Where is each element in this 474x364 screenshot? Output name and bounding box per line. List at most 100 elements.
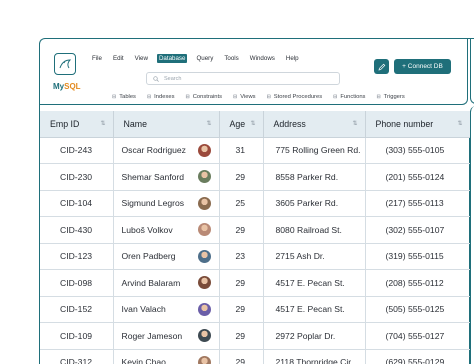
cell-name[interactable]: Arvind Balaram <box>113 269 220 297</box>
cell-phone[interactable]: (201) 555-0124 <box>365 163 471 191</box>
menu-bar: File Edit View Database Query Tools Wind… <box>90 54 301 63</box>
cell-emp-id[interactable]: CID-312 <box>40 349 114 364</box>
cell-emp-id[interactable]: CID-230 <box>40 163 114 191</box>
cell-address[interactable]: 8080 Railroad St. <box>263 216 366 244</box>
connect-db-button[interactable]: + Connect DB <box>394 59 451 74</box>
cell-address[interactable]: 4517 E. Pecan St. <box>263 296 366 323</box>
sort-icon[interactable]: ⇅ <box>250 120 255 127</box>
cell-phone[interactable]: (319) 555-0115 <box>365 243 471 270</box>
employee-name: Luboš Volkov <box>121 224 173 235</box>
nav-tables[interactable]: Tables <box>112 94 136 100</box>
cell-emp-id[interactable]: CID-104 <box>40 190 114 217</box>
cell-name[interactable]: Oren Padberg <box>113 243 220 270</box>
avatar <box>197 143 211 157</box>
menu-help[interactable]: Help <box>284 54 301 63</box>
menu-tools[interactable]: Tools <box>222 54 240 63</box>
column-header-emp-id[interactable]: Emp ID ⇅ <box>40 111 114 138</box>
column-label: Phone number <box>375 118 434 129</box>
nav-triggers[interactable]: Triggers <box>376 94 405 100</box>
menu-database[interactable]: Database <box>156 54 188 63</box>
column-label: Emp ID <box>50 118 80 129</box>
avatar <box>197 302 211 316</box>
cell-address[interactable]: 4517 E. Pecan St. <box>263 269 366 297</box>
cell-emp-id[interactable]: CID-098 <box>40 269 114 297</box>
cell-emp-id[interactable]: CID-123 <box>40 243 114 270</box>
table-row[interactable]: CID-123 Oren Padberg 23 2715 Ash Dr. (319) 5… <box>40 243 471 270</box>
cell-name[interactable]: Roger Jameson <box>113 322 220 350</box>
menu-view[interactable]: View <box>133 54 150 63</box>
toolbar: MySQL File Edit View Database Query Tool… <box>40 39 468 105</box>
cell-name[interactable]: Shemar Sanford <box>113 163 220 191</box>
cell-age[interactable]: 29 <box>219 349 264 364</box>
employee-name: Roger Jameson <box>121 330 183 341</box>
avatar <box>197 276 211 289</box>
cell-address[interactable]: 2972 Poplar Dr. <box>263 322 366 350</box>
search-input[interactable]: Search <box>146 72 340 85</box>
cell-name[interactable]: Ivan Valach <box>113 296 220 323</box>
avatar <box>197 170 211 183</box>
cell-age[interactable]: 25 <box>219 190 264 217</box>
sort-icon[interactable]: ⇅ <box>206 120 211 127</box>
object-nav: Tables Indexes Constraints Views Stored … <box>112 94 405 100</box>
nav-functions[interactable]: Functions <box>333 94 365 100</box>
sort-icon[interactable]: ⇅ <box>352 120 357 127</box>
table-row[interactable]: CID-109 Roger Jameson 29 2972 Poplar Dr. (70… <box>40 322 471 350</box>
cell-age[interactable]: 29 <box>219 296 264 323</box>
cell-age[interactable]: 23 <box>219 243 264 270</box>
cell-name[interactable]: Oscar Rodriguez <box>113 137 220 164</box>
cell-emp-id[interactable]: CID-430 <box>40 216 114 244</box>
cell-phone[interactable]: (505) 555-0125 <box>365 296 471 323</box>
table-row[interactable]: CID-152 Ivan Valach 29 4517 E. Pecan St. (50… <box>40 296 471 323</box>
cell-age[interactable]: 29 <box>219 216 264 244</box>
nav-stored-procedures[interactable]: Stored Procedures <box>267 94 322 100</box>
cell-address[interactable]: 8558 Parker Rd. <box>263 163 366 191</box>
cell-phone[interactable]: (704) 555-0127 <box>365 322 471 350</box>
cell-name[interactable]: Kevin Chao <box>113 349 220 364</box>
cell-age[interactable]: 29 <box>219 163 264 191</box>
sort-icon[interactable]: ⇅ <box>100 120 105 127</box>
table-row[interactable]: CID-430 Luboš Volkov 29 8080 Railroad St. (3… <box>40 216 471 244</box>
edit-button[interactable] <box>374 59 389 74</box>
cell-phone[interactable]: (302) 555-0107 <box>365 216 471 244</box>
cell-phone[interactable]: (217) 555-0113 <box>365 190 471 217</box>
cell-age[interactable]: 31 <box>219 137 264 164</box>
cell-age[interactable]: 29 <box>219 269 264 297</box>
cell-phone[interactable]: (208) 555-0112 <box>365 269 471 297</box>
column-header-name[interactable]: Name ⇅ <box>113 111 220 138</box>
table-row[interactable]: CID-312 Kevin Chao 29 2118 Thornridge Cir.(… <box>40 349 471 364</box>
side-panel-bottom <box>470 106 474 364</box>
menu-windows[interactable]: Windows <box>248 54 277 63</box>
cell-emp-id[interactable]: CID-152 <box>40 296 114 323</box>
menu-file[interactable]: File <box>90 54 104 63</box>
cell-address[interactable]: 2118 Thornridge Cir. <box>263 349 366 364</box>
cell-phone[interactable]: (303) 555-0105 <box>365 137 471 164</box>
cell-phone[interactable]: (629) 555-0129 <box>365 349 471 364</box>
cell-address[interactable]: 2715 Ash Dr. <box>263 243 366 270</box>
table-row[interactable]: CID-243 Oscar Rodriguez 31 775 Rolling Gree… <box>40 137 471 164</box>
nav-views[interactable]: Views <box>233 94 255 100</box>
search-placeholder: Search <box>164 75 182 82</box>
employee-name: Shemar Sanford <box>121 171 185 182</box>
nav-indexes[interactable]: Indexes <box>147 94 174 100</box>
table-row[interactable]: CID-230 Shemar Sanford 29 8558 Parker Rd. (2… <box>40 163 471 191</box>
cell-address[interactable]: 775 Rolling Green Rd. <box>263 137 366 164</box>
search-icon <box>153 75 159 82</box>
cell-emp-id[interactable]: CID-109 <box>40 322 114 350</box>
cell-name[interactable]: Luboš Volkov <box>113 216 220 244</box>
table-row[interactable]: CID-104 Sigmund Legros 25 3605 Parker Rd. (2… <box>40 190 471 217</box>
column-header-phone[interactable]: Phone number ⇅ <box>365 111 471 138</box>
cell-name[interactable]: Sigmund Legros <box>113 190 220 217</box>
table-row[interactable]: CID-098 Arvind Balaram 29 4517 E. Pecan St.… <box>40 269 471 297</box>
sort-icon[interactable]: ⇅ <box>457 120 462 127</box>
menu-query[interactable]: Query <box>194 54 215 63</box>
cell-age[interactable]: 29 <box>219 322 264 350</box>
cell-address[interactable]: 3605 Parker Rd. <box>263 190 366 217</box>
nav-constraints[interactable]: Constraints <box>185 94 222 100</box>
column-label: Address <box>273 118 306 129</box>
avatar <box>197 223 211 236</box>
cell-emp-id[interactable]: CID-243 <box>40 137 114 164</box>
logo-text-primary: My <box>53 82 65 91</box>
column-header-address[interactable]: Address ⇅ <box>263 111 366 138</box>
column-header-age[interactable]: Age ⇅ <box>219 111 264 138</box>
menu-edit[interactable]: Edit <box>111 54 126 63</box>
